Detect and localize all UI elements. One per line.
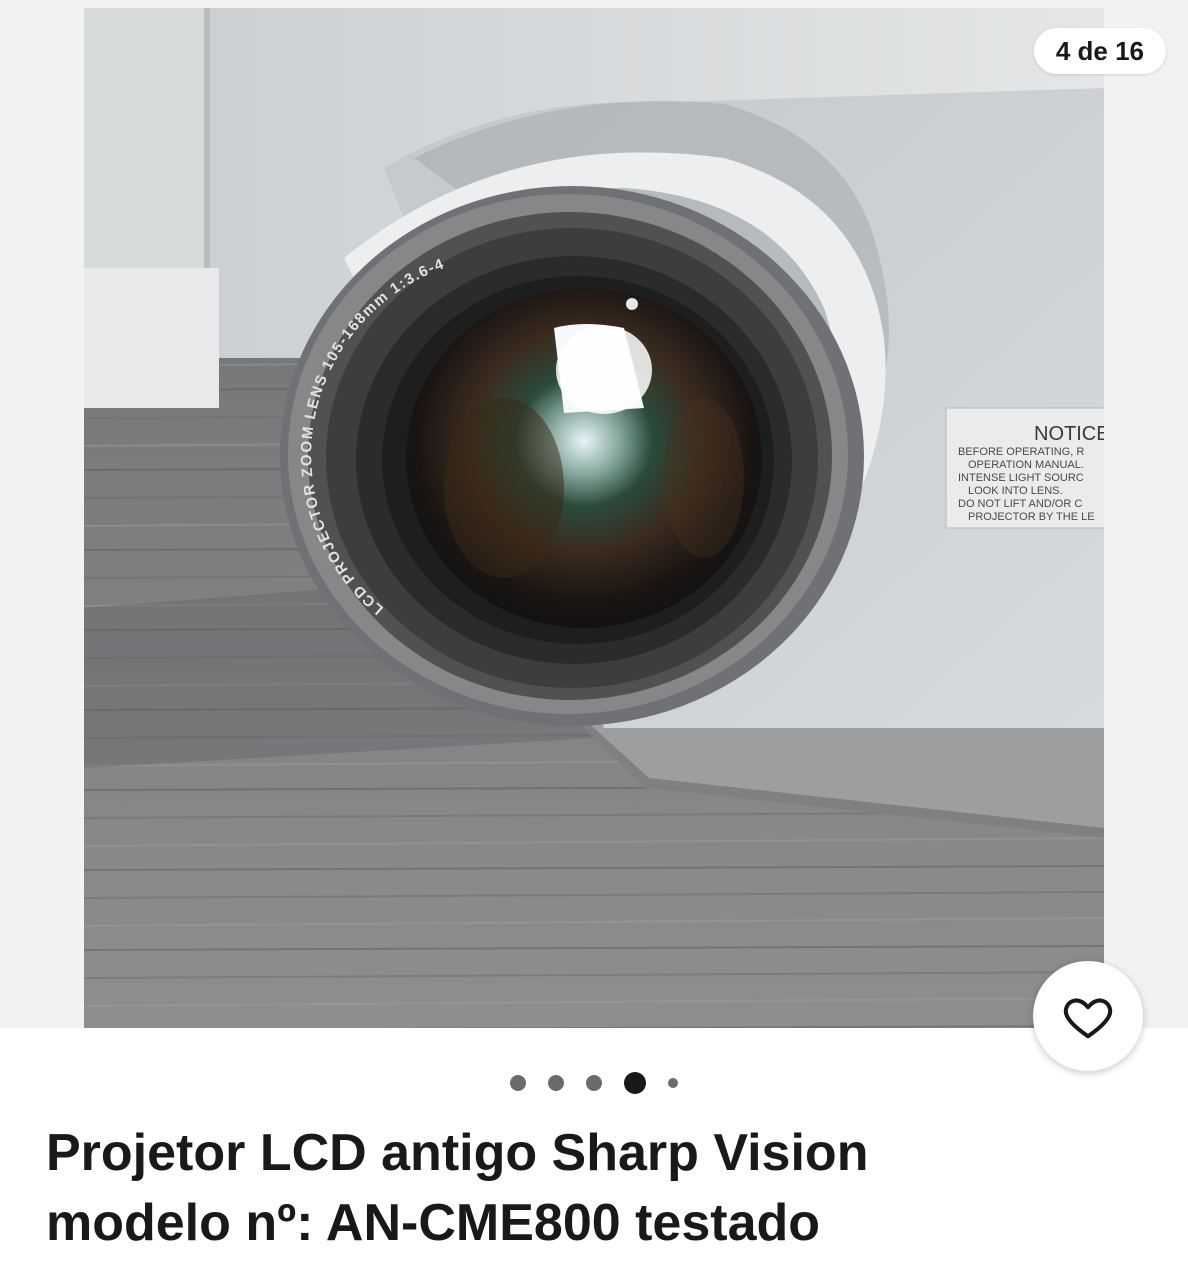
projector-lens-image: NOTICE BEFORE OPERATING, R OPERATION MAN… [84,8,1104,1028]
pagination-dot-active[interactable] [624,1072,646,1094]
image-counter: 4 de 16 [1033,28,1166,74]
pagination-dot[interactable] [548,1075,564,1091]
pagination-dot[interactable] [510,1075,526,1091]
pagination-dot[interactable] [668,1078,678,1088]
notice-line-6: PROJECTOR BY THE LE [968,511,1095,523]
notice-line-1: BEFORE OPERATING, R [958,446,1084,458]
product-photo[interactable]: NOTICE BEFORE OPERATING, R OPERATION MAN… [84,8,1104,1028]
heart-outline-icon [1063,998,1113,1039]
notice-line-3: INTENSE LIGHT SOURC [958,472,1084,484]
watch-button[interactable] [1033,961,1143,1071]
listing-title-line-2: modelo nº: AN-CME800 testado [46,1194,821,1252]
image-gallery[interactable]: NOTICE BEFORE OPERATING, R OPERATION MAN… [0,0,1188,1028]
notice-line-5: DO NOT LIFT AND/OR C [958,498,1082,510]
notice-line-2: OPERATION MANUAL. [968,459,1084,471]
notice-line-4: LOOK INTO LENS. [968,485,1063,497]
listing-title: Projetor LCD antigo Sharp Vision modelo … [46,1118,1046,1258]
pagination-dots [0,1070,1188,1096]
notice-title: NOTICE [1034,423,1104,445]
pagination-dot[interactable] [586,1075,602,1091]
listing-title-line-1: Projetor LCD antigo Sharp Vision [46,1124,869,1182]
